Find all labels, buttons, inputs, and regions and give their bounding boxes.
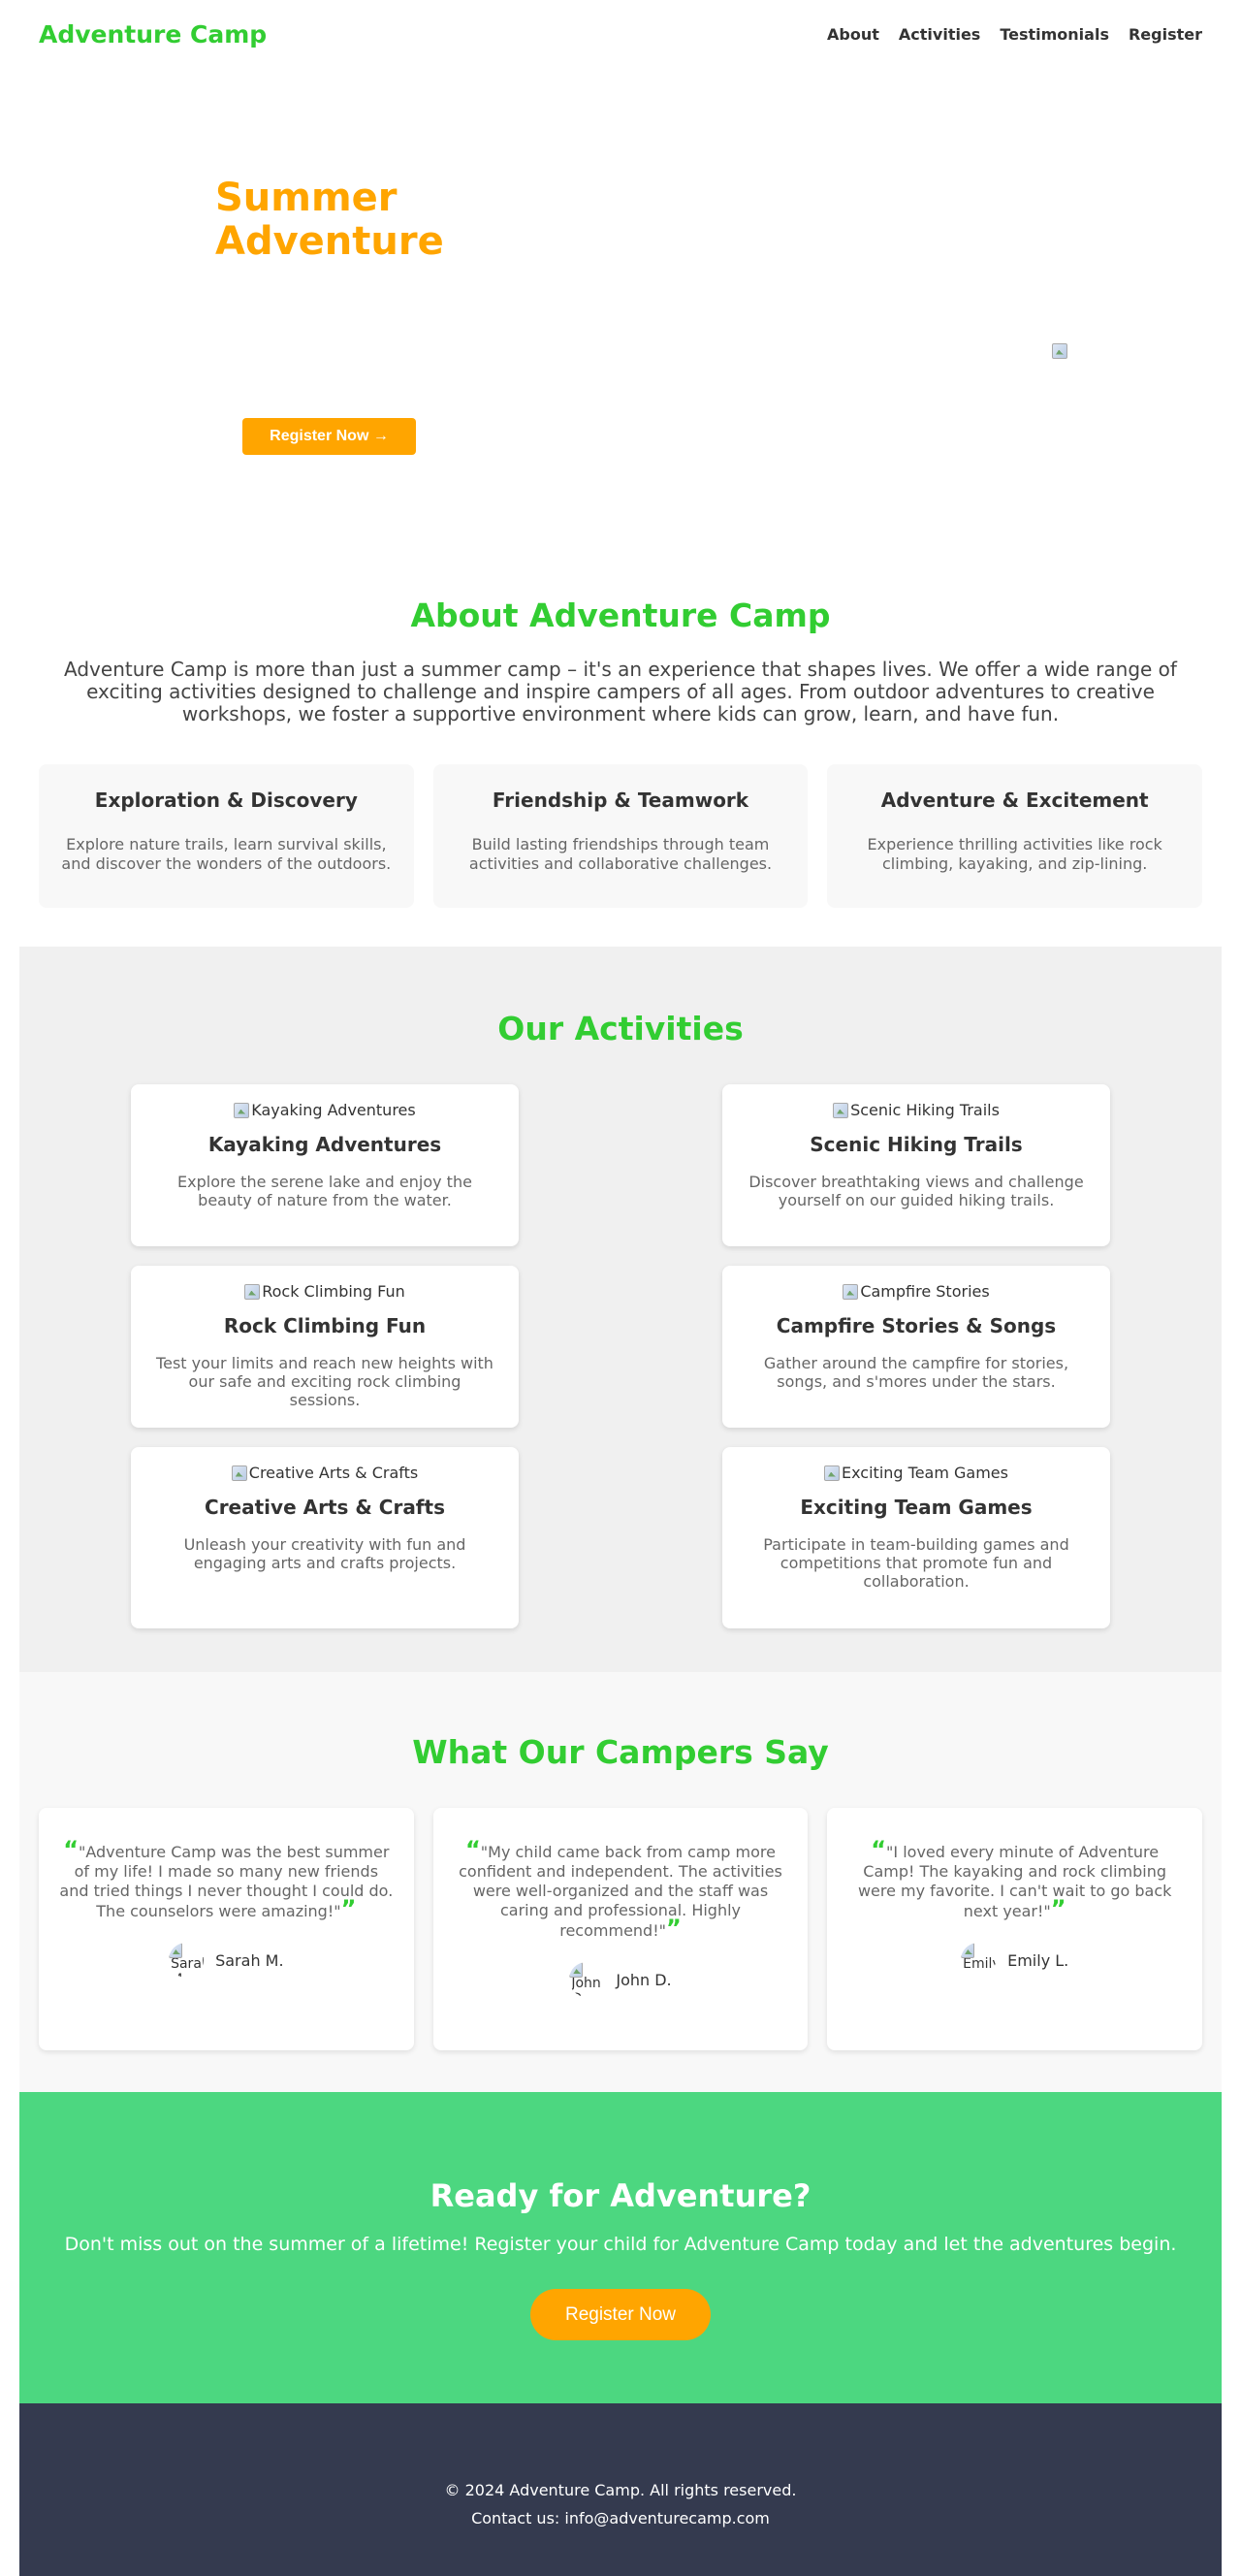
- nav-activities[interactable]: Activities: [899, 25, 980, 44]
- activity-title: Creative Arts & Crafts: [205, 1496, 445, 1519]
- testimonial-author: Sarah M. Sarah M.: [58, 1943, 395, 1978]
- testimonial-quote: “"Adventure Camp was the best summer of …: [59, 1836, 394, 1922]
- feature-text: Explore nature trails, learn survival sk…: [61, 835, 392, 873]
- testimonial-card: “"Adventure Camp was the best summer of …: [39, 1808, 414, 2050]
- activities-title: Our Activities: [497, 1010, 744, 1047]
- testimonial-card: “"My child came back from camp more conf…: [432, 1808, 809, 2050]
- activity-image: Kayaking Adventures: [150, 1101, 499, 1119]
- activity-card: Kayaking Adventures Kayaking Adventures …: [131, 1084, 519, 1246]
- close-quote-icon: ”: [340, 1895, 357, 1922]
- activity-text: Unleash your creativity with fun and eng…: [183, 1535, 466, 1572]
- broken-image-icon: [833, 1102, 849, 1118]
- broken-image-icon: [843, 1283, 859, 1300]
- broken-image-icon: [234, 1102, 250, 1118]
- activity-grid: Kayaking Adventures Kayaking Adventures …: [19, 1084, 1222, 1628]
- activity-text: Participate in team-building games and c…: [763, 1535, 1069, 1591]
- site-header: Adventure Camp About Activities Testimon…: [0, 0, 1241, 68]
- cta-section: Ready for Adventure? Don't miss out on t…: [19, 2092, 1222, 2403]
- activity-card: Scenic Hiking Trails Scenic Hiking Trail…: [722, 1084, 1110, 1246]
- nav-testimonials[interactable]: Testimonials: [1000, 25, 1109, 44]
- feature-list: Exploration & Discovery Explore nature t…: [39, 764, 1203, 908]
- activity-title: Rock Climbing Fun: [223, 1314, 427, 1337]
- testimonials-title: What Our Campers Say: [412, 1733, 829, 1771]
- open-quote-icon: “: [871, 1836, 887, 1863]
- broken-image-icon: [244, 1283, 261, 1300]
- cta-title: Ready for Adventure?: [430, 2177, 811, 2214]
- testimonials-section: What Our Campers Say “"Adventure Camp wa…: [19, 1672, 1222, 2092]
- close-quote-icon: ”: [1050, 1895, 1066, 1922]
- logo-link[interactable]: Adventure Camp: [39, 20, 267, 48]
- activity-card: Creative Arts & Crafts Creative Arts & C…: [131, 1447, 519, 1628]
- testimonial-quote: “"My child came back from camp more conf…: [459, 1836, 782, 1942]
- activity-card: Rock Climbing Fun Rock Climbing Fun Test…: [131, 1266, 519, 1428]
- activity-image: Scenic Hiking Trails: [742, 1101, 1091, 1119]
- avatar: Sarah M.: [169, 1943, 204, 1978]
- feature-text: Experience thrilling activities like roc…: [867, 835, 1162, 873]
- activity-text: Gather around the campfire for stories, …: [763, 1354, 1069, 1391]
- feature-title: Exploration & Discovery: [94, 789, 358, 812]
- close-quote-icon: ”: [665, 1915, 682, 1942]
- testimonial-quote: “"I loved every minute of Adventure Camp…: [857, 1836, 1172, 1922]
- activity-title: Kayaking Adventures: [207, 1133, 442, 1156]
- testimonial-card: “"I loved every minute of Adventure Camp…: [827, 1808, 1203, 2050]
- activity-text: Test your limits and reach new heights w…: [156, 1354, 493, 1409]
- avatar: Emily L.: [961, 1943, 996, 1978]
- feature-text: Build lasting friendships through team a…: [468, 835, 773, 873]
- footer-copyright: © 2024 Adventure Camp. All rights reserv…: [444, 2481, 797, 2499]
- feature-card: Exploration & Discovery Explore nature t…: [39, 764, 414, 908]
- activity-image: Campfire Stories: [742, 1282, 1091, 1301]
- testimonial-list: “"Adventure Camp was the best summer of …: [39, 1808, 1203, 2050]
- feature-card: Adventure & Excitement Experience thrill…: [827, 764, 1203, 908]
- avatar: John D.: [569, 1962, 604, 1997]
- open-quote-icon: “: [63, 1836, 79, 1863]
- nav-register[interactable]: Register: [1129, 25, 1202, 44]
- activity-title: Scenic Hiking Trails: [810, 1133, 1023, 1156]
- activity-card: Exciting Team Games Exciting Team Games …: [722, 1447, 1110, 1628]
- activity-card: Campfire Stories Campfire Stories & Song…: [722, 1266, 1110, 1428]
- broken-image-icon: [824, 1465, 840, 1481]
- activity-text: Explore the serene lake and enjoy the be…: [177, 1173, 472, 1209]
- author-name: John D.: [616, 1970, 672, 1989]
- open-quote-icon: “: [465, 1836, 481, 1863]
- author-name: Emily L.: [1007, 1950, 1069, 1970]
- feature-title: Friendship & Teamwork: [492, 789, 749, 812]
- footer-contact: Contact us: info@adventurecamp.com: [471, 2509, 770, 2528]
- feature-card: Friendship & Teamwork Build lasting frie…: [432, 764, 809, 908]
- hero-title: Summer Adventure: [215, 177, 570, 264]
- about-title: About Adventure Camp: [410, 596, 831, 634]
- activity-title: Campfire Stories & Songs: [776, 1314, 1057, 1337]
- hero-title-line1: Summer: [215, 176, 398, 220]
- hero-section: Summer Adventure Register Now →: [0, 68, 1241, 543]
- site-footer: © 2024 Adventure Camp. All rights reserv…: [19, 2403, 1222, 2576]
- testimonial-author: John D. John D.: [453, 1962, 789, 1997]
- hero-image-icon: [1052, 340, 1069, 359]
- main-nav: About Activities Testimonials Register: [827, 25, 1202, 44]
- hero-register-button[interactable]: Register Now →: [242, 418, 416, 455]
- broken-image-icon: [231, 1465, 247, 1481]
- hero-title-line2: Adventure: [215, 219, 444, 264]
- testimonial-author: Emily L. Emily L.: [846, 1943, 1183, 1978]
- about-text: Adventure Camp is more than just a summe…: [64, 658, 1177, 725]
- activity-image: Creative Arts & Crafts: [150, 1464, 499, 1482]
- nav-about[interactable]: About: [827, 25, 879, 44]
- activities-section: Our Activities Kayaking Adventures Kayak…: [19, 947, 1222, 1672]
- feature-title: Adventure & Excitement: [880, 789, 1149, 812]
- cta-text: Don't miss out on the summer of a lifeti…: [64, 2234, 1177, 2255]
- author-name: Sarah M.: [215, 1950, 284, 1970]
- about-section: About Adventure Camp Adventure Camp is m…: [0, 543, 1241, 947]
- cta-register-button[interactable]: Register Now: [530, 2289, 711, 2340]
- activity-image: Rock Climbing Fun: [150, 1282, 499, 1301]
- activity-text: Discover breathtaking views and challeng…: [748, 1173, 1084, 1209]
- activity-title: Exciting Team Games: [800, 1496, 1033, 1519]
- activity-image: Exciting Team Games: [742, 1464, 1091, 1482]
